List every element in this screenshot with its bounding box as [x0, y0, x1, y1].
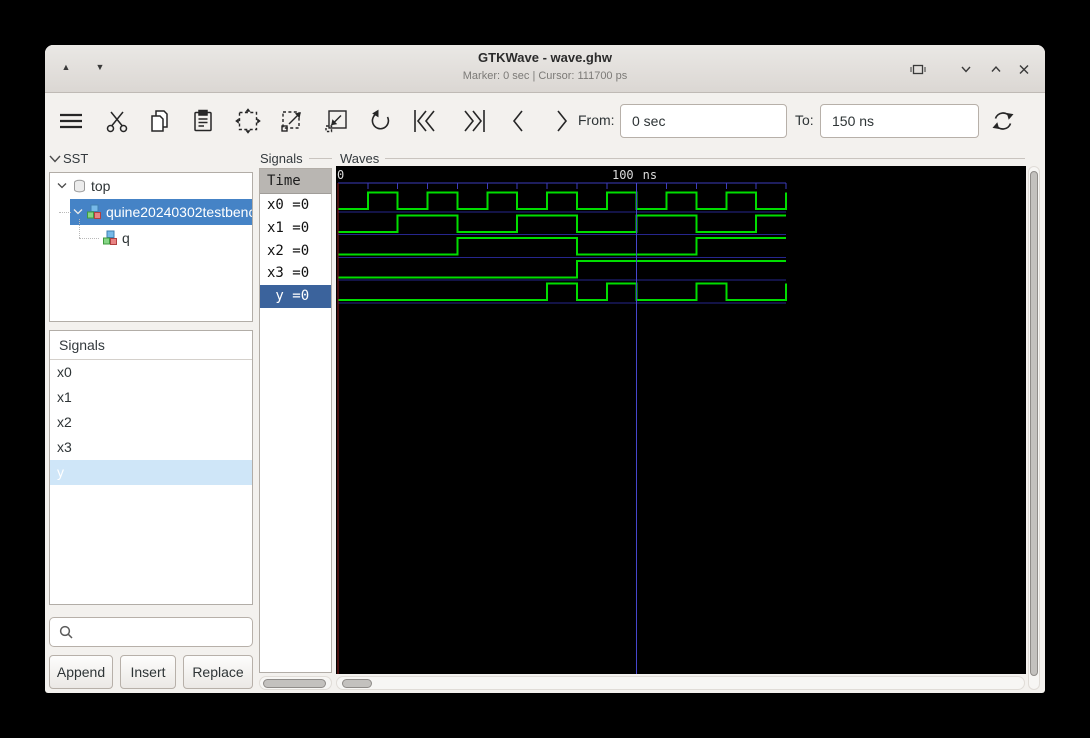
gtkwave-window: ▲ ▼ GTKWave - wave.ghw Marker: 0 sec | C…	[45, 45, 1045, 693]
signals-hscrollbar-thumb[interactable]	[263, 679, 326, 688]
from-label: From:	[578, 112, 615, 128]
signal-row-x2[interactable]: x2 =0	[260, 240, 331, 263]
svg-text:100: 100	[612, 168, 634, 182]
frame-line	[309, 158, 332, 159]
search-input[interactable]	[80, 618, 265, 646]
tree-item-top[interactable]: top	[50, 173, 252, 199]
finder-item-x3[interactable]: x3	[50, 435, 252, 460]
shift-down-icon[interactable]: ▼	[93, 62, 107, 72]
chevron-down-icon[interactable]	[957, 60, 975, 78]
reload-icon[interactable]	[985, 103, 1021, 139]
svg-text:0: 0	[337, 168, 344, 182]
signal-row-x1[interactable]: x1 =0	[260, 217, 331, 240]
tree-item-quine20240302testbench[interactable]: quine20240302testbench	[50, 199, 252, 225]
menu-icon[interactable]	[53, 103, 89, 139]
signal-row-x0[interactable]: x0 =0	[260, 194, 331, 217]
sst-label: SST	[63, 151, 89, 166]
insert-button[interactable]: Insert	[120, 655, 176, 689]
go-to-start-icon[interactable]	[407, 103, 443, 139]
window-title: GTKWave - wave.ghw	[478, 50, 612, 65]
wave-canvas[interactable]: 0 100 ns	[336, 166, 1026, 674]
signals-panel: Time x0 =0 x1 =0 x2 =0 x3 =0 y =0	[259, 168, 332, 673]
signal-row-y[interactable]: y =0	[260, 285, 331, 308]
tree-item-label: quine20240302testbench	[106, 204, 253, 220]
zoom-in-icon[interactable]	[274, 103, 310, 139]
signal-search[interactable]	[49, 617, 265, 647]
time-header[interactable]: Time	[260, 169, 331, 194]
sst-expander-icon[interactable]	[48, 153, 62, 165]
step-back-icon[interactable]	[501, 103, 537, 139]
finder-item-y[interactable]: y	[50, 460, 252, 485]
undo-icon[interactable]	[362, 103, 398, 139]
signal-finder-list: Signals x0 x1 x2 x3 y	[49, 330, 253, 605]
tree-line	[79, 238, 99, 239]
append-button[interactable]: Append	[49, 655, 113, 689]
zoom-out-icon[interactable]	[318, 103, 354, 139]
waves-hscrollbar-thumb[interactable]	[342, 679, 372, 688]
close-icon[interactable]	[1015, 60, 1033, 78]
tree-line	[79, 219, 80, 238]
finder-header: Signals	[50, 331, 252, 360]
waves-vscrollbar[interactable]	[1028, 166, 1040, 690]
signal-row-x3[interactable]: x3 =0	[260, 262, 331, 285]
shift-up-icon[interactable]: ▲	[59, 62, 73, 72]
tree-item-q[interactable]: q	[50, 219, 252, 251]
go-to-end-icon[interactable]	[456, 103, 492, 139]
expander-icon[interactable]	[72, 205, 84, 219]
frame-line	[385, 158, 1025, 159]
cut-icon[interactable]	[99, 103, 135, 139]
window-subtitle: Marker: 0 sec | Cursor: 111700 ps	[462, 70, 628, 82]
finder-item-x2[interactable]: x2	[50, 410, 252, 435]
step-forward-icon[interactable]	[543, 103, 579, 139]
chevron-up-icon[interactable]	[987, 60, 1005, 78]
component-cubes-icon	[86, 204, 102, 220]
zoom-fit-icon[interactable]	[230, 103, 266, 139]
from-input[interactable]	[620, 104, 787, 138]
desktop-background: ▲ ▼ GTKWave - wave.ghw Marker: 0 sec | C…	[0, 0, 1090, 738]
svg-text:ns: ns	[643, 168, 657, 182]
waves-label: Waves	[340, 151, 380, 166]
finder-item-x0[interactable]: x0	[50, 360, 252, 385]
tree-line	[59, 212, 71, 213]
tree-item-label: top	[91, 178, 111, 194]
copy-icon[interactable]	[142, 103, 178, 139]
waves-vscrollbar-thumb[interactable]	[1030, 171, 1038, 676]
titlebar: ▲ ▼ GTKWave - wave.ghw Marker: 0 sec | C…	[45, 45, 1045, 93]
waves-hscrollbar[interactable]	[336, 676, 1025, 690]
waveform-plot: 0 100 ns	[337, 168, 787, 674]
tree-item-label: q	[122, 230, 130, 246]
finder-item-x1[interactable]: x1	[50, 385, 252, 410]
search-icon	[58, 624, 74, 640]
paste-icon[interactable]	[185, 103, 221, 139]
module-cylinder-icon	[72, 179, 87, 194]
expander-icon[interactable]	[55, 179, 69, 193]
signals-panel-label: Signals	[260, 151, 303, 166]
maximize-icon[interactable]	[909, 60, 927, 78]
replace-button[interactable]: Replace	[183, 655, 253, 689]
to-label: To:	[795, 112, 814, 128]
sst-tree: top quine20240302testbench q	[49, 172, 253, 322]
to-input[interactable]	[820, 104, 979, 138]
component-cubes-icon	[102, 230, 118, 246]
signals-hscrollbar[interactable]	[259, 676, 332, 690]
